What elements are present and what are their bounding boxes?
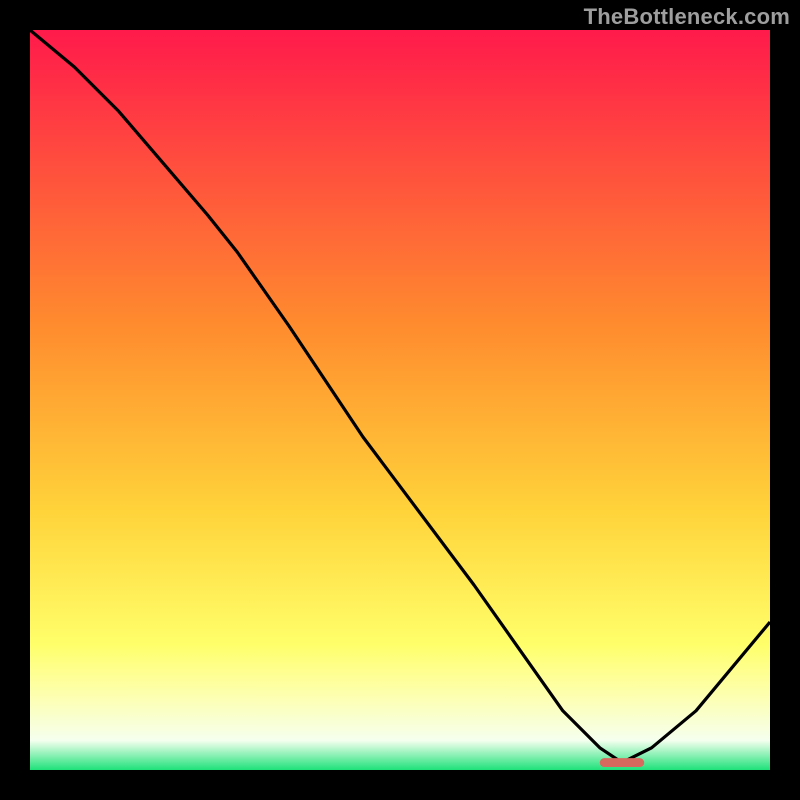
optimal-marker	[600, 758, 644, 767]
chart-frame: TheBottleneck.com	[0, 0, 800, 800]
gradient-background	[30, 30, 770, 770]
chart-svg	[30, 30, 770, 770]
plot-area	[30, 30, 770, 770]
watermark-label: TheBottleneck.com	[584, 4, 790, 30]
